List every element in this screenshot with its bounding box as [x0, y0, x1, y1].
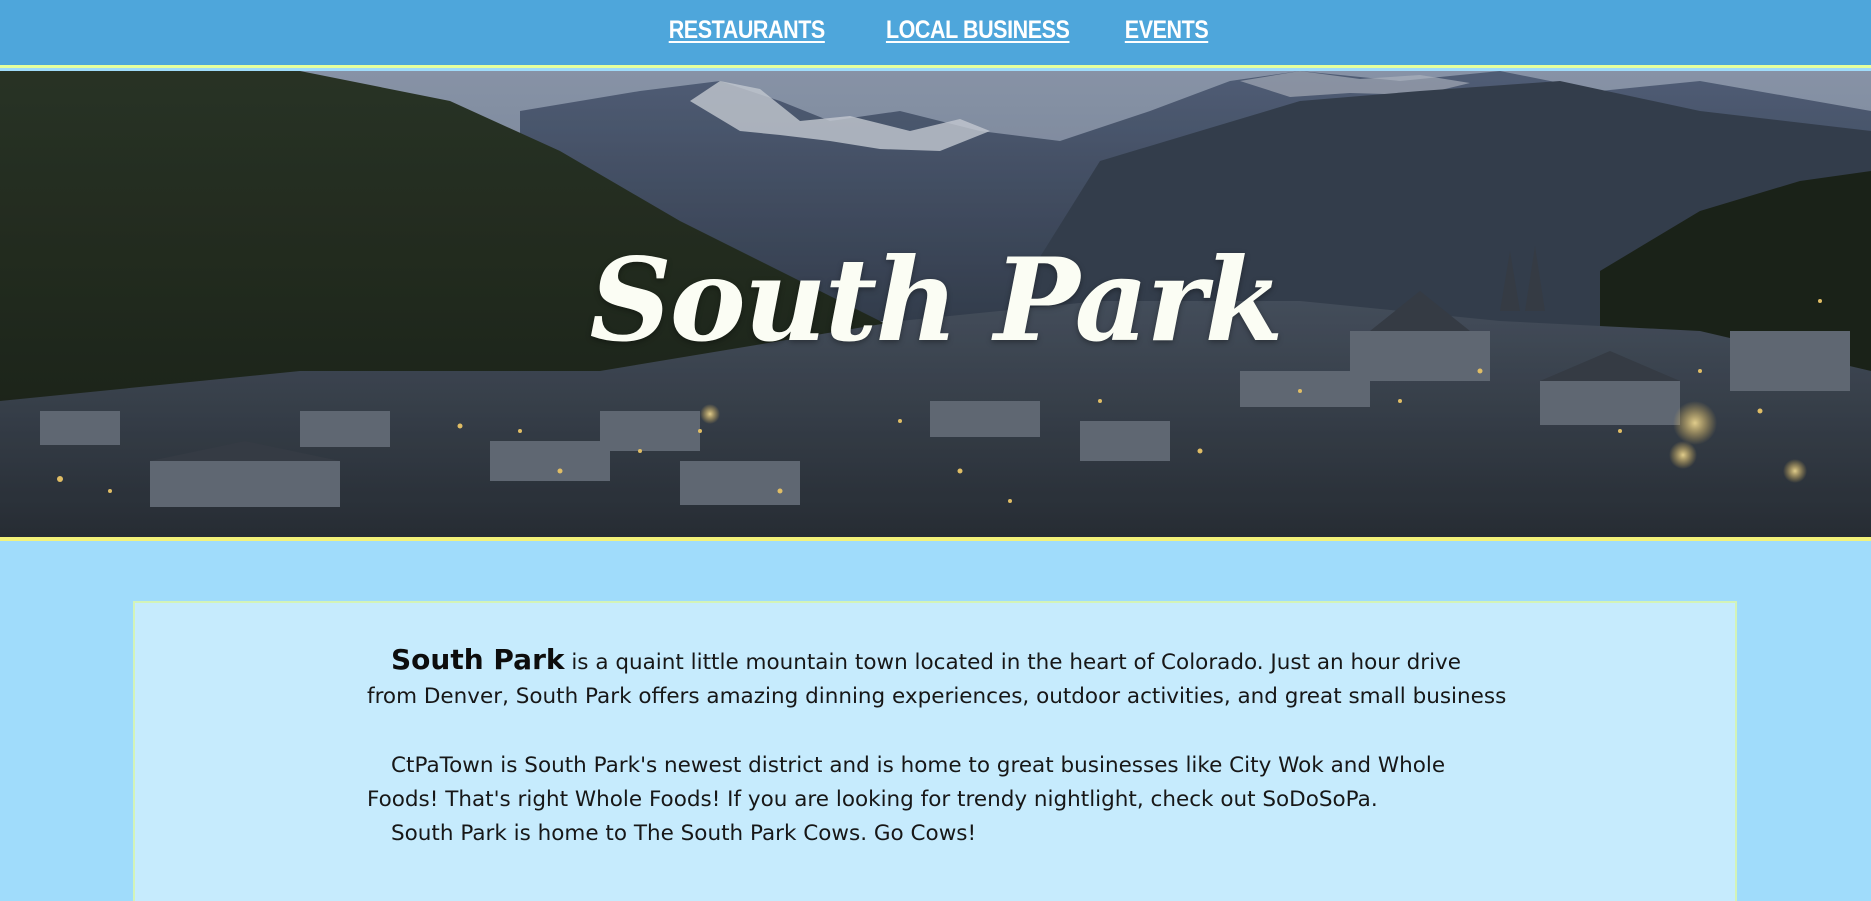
hero-title: South Park — [589, 233, 1283, 368]
intro-paragraph: South Park is a quaint little mountain t… — [367, 643, 1507, 714]
district-paragraph: CtPaTown is South Park's newest district… — [367, 753, 1446, 812]
intro-card: South Park is a quaint little mountain t… — [133, 601, 1737, 901]
nav-link-events[interactable]: EVENTS — [1125, 16, 1209, 45]
cows-paragraph: South Park is home to The South Park Cow… — [391, 821, 977, 846]
top-nav: RESTAURANTS LOCAL BUSINESS EVENTS — [0, 0, 1871, 68]
nav-link-restaurants[interactable]: RESTAURANTS — [668, 16, 825, 45]
hero-banner: South Park — [0, 71, 1871, 541]
intro-lead-heading: South Park — [391, 643, 565, 676]
nav-link-local-business[interactable]: LOCAL BUSINESS — [886, 16, 1070, 45]
